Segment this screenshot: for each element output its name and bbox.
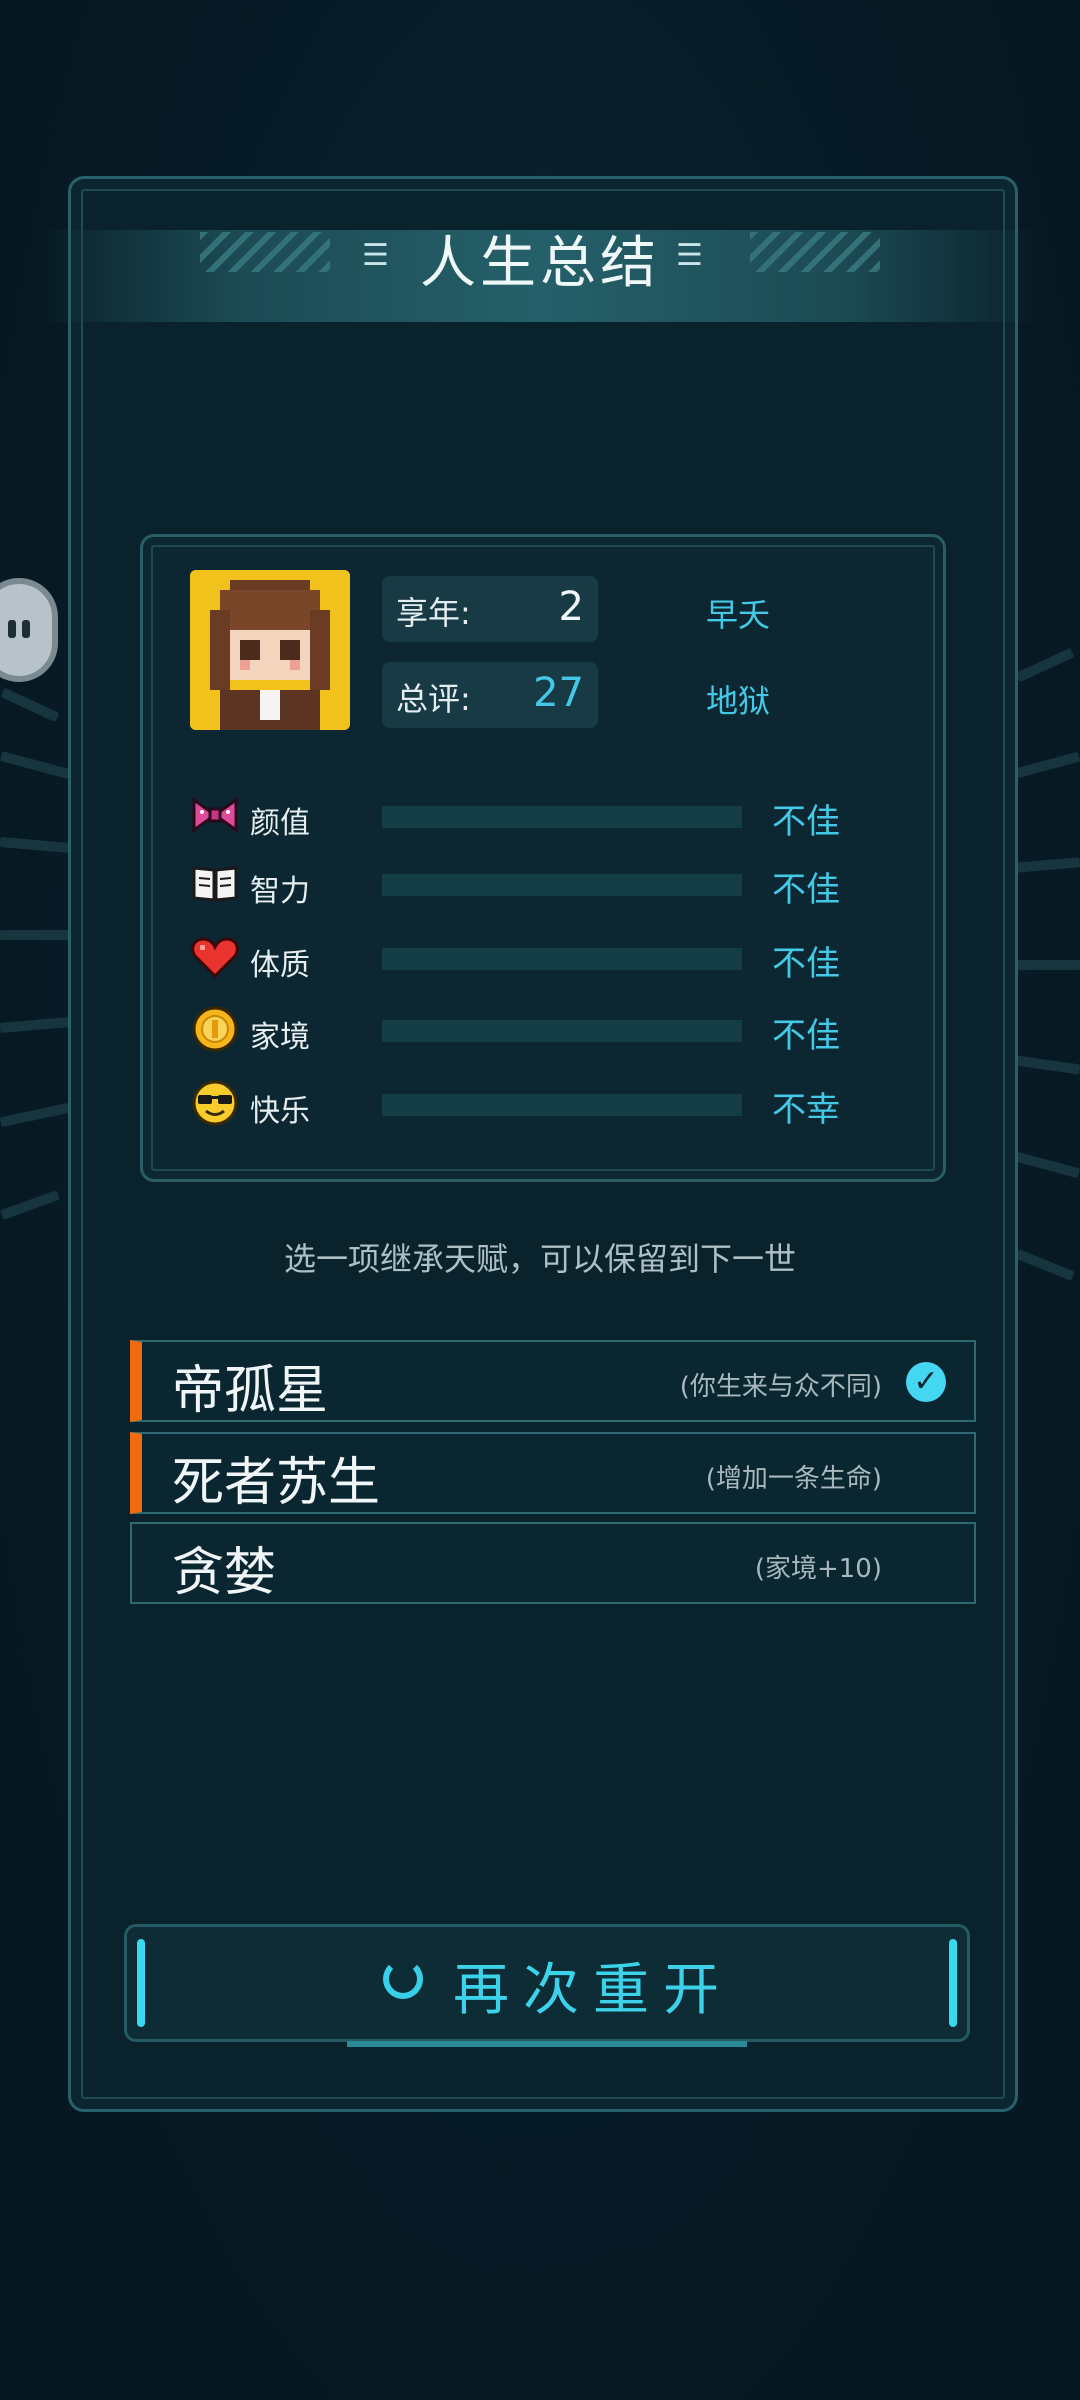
age-description: 早夭 [706,596,771,634]
talent-name: 死者苏生 [172,1453,381,1513]
restart-label: 再次重开 [453,1958,733,2023]
inherit-hint: 选一项继承天赋，可以保留到下一世 [283,1240,796,1278]
coin-icon [190,1004,240,1054]
heart-icon [190,932,240,982]
score-pill: 总评: 27 [382,662,598,728]
score-label: 总评: [396,680,471,718]
talent-option-3[interactable]: 贪婪 (家境+10) [130,1522,976,1604]
button-edge-left [137,1939,145,2027]
attr-bar-constitution [382,948,742,970]
button-underglow [347,2041,747,2047]
attr-bar-looks [382,806,742,828]
pause-icon [8,620,36,642]
talent-option-2[interactable]: 死者苏生 (增加一条生命) [130,1432,976,1514]
talent-name: 贪婪 [172,1543,277,1603]
talent-description: (你生来与众不同) [679,1372,882,1402]
age-label: 享年: [396,594,471,632]
character-avatar [190,570,350,730]
attr-value-intelligence: 不佳 [772,870,840,910]
button-edge-right [949,1939,957,2027]
attr-label-family: 家境 [250,1020,310,1055]
talent-name: 帝孤星 [172,1361,329,1421]
attr-bar-intelligence [382,874,742,896]
attr-bar-happiness [382,1094,742,1116]
score-value: 27 [533,670,584,716]
attr-value-looks: 不佳 [772,802,840,842]
check-icon: ✓ [906,1362,946,1402]
page-title: 人生总结 [420,231,660,296]
refresh-icon [383,1959,423,1999]
attr-label-looks: 颜值 [250,806,310,841]
decor-ray [0,930,70,940]
age-pill: 享年: 2 [382,576,598,642]
talent-description: (家境+10) [754,1554,882,1584]
restart-button[interactable]: 再次重开 [124,1924,970,2047]
attr-label-constitution: 体质 [250,948,310,983]
bow-icon [190,790,240,840]
decor-ray [1015,960,1080,970]
attr-label-intelligence: 智力 [250,874,310,909]
age-value: 2 [558,584,584,630]
talent-option-1[interactable]: 帝孤星 (你生来与众不同) ✓ [130,1340,976,1422]
floating-assistant-button[interactable] [0,578,58,682]
attr-value-constitution: 不佳 [772,944,840,984]
score-description: 地狱 [706,682,771,720]
attr-value-happiness: 不幸 [772,1090,840,1130]
book-icon [190,858,240,908]
attr-value-family: 不佳 [772,1016,840,1056]
talent-description: (增加一条生命) [705,1464,882,1494]
attr-label-happiness: 快乐 [250,1094,310,1129]
sunglasses-face-icon [190,1078,240,1128]
attr-bar-family [382,1020,742,1042]
